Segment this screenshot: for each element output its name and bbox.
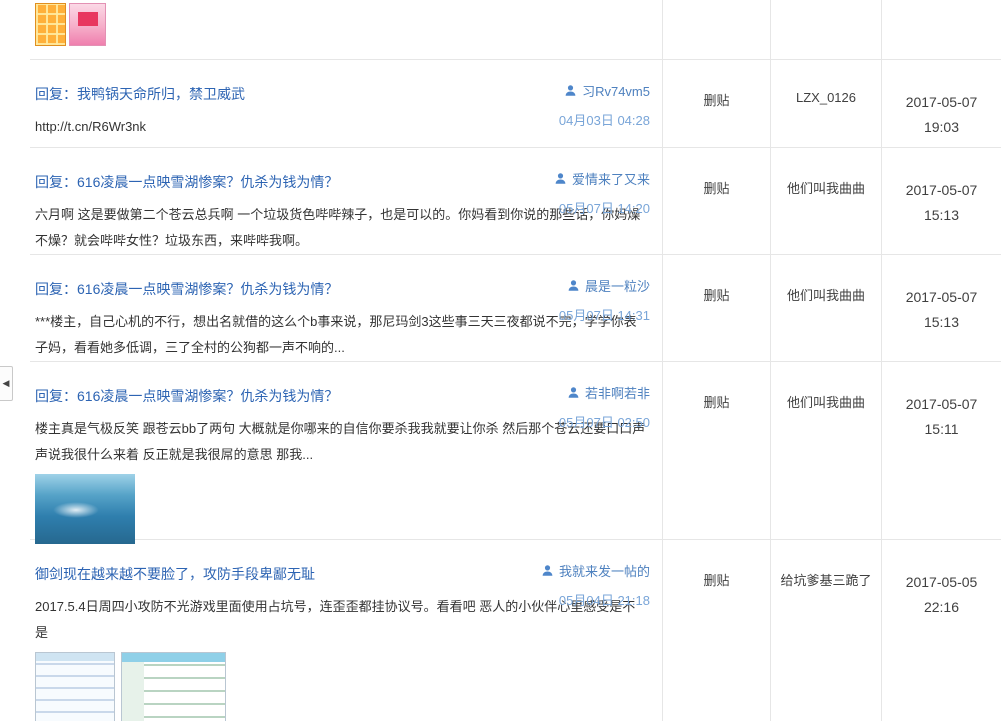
- deleted-date: 2017-05-05: [905, 574, 978, 590]
- operator-name: 给坑爹基三跪了: [780, 573, 872, 588]
- post-time: 04月03日 04:28: [558, 113, 650, 128]
- delete-cell: 删贴: [662, 148, 770, 254]
- deleted-date: 2017-05-07: [905, 94, 978, 110]
- post-title-link[interactable]: 回复：我鸭锅天命所归，禁卫威武: [35, 84, 245, 104]
- date-cell: 2017-05-07 15:11: [881, 362, 1001, 539]
- post-time: 05月07日 02:50: [558, 415, 650, 430]
- delete-cell: 删贴: [662, 362, 770, 539]
- delete-post-button[interactable]: 删贴: [703, 93, 729, 108]
- author-name-link[interactable]: 习Rv74vm5: [582, 81, 650, 100]
- author-name-link[interactable]: 若非啊若非: [585, 383, 650, 402]
- post-time: 05月07日 14:20: [558, 201, 650, 216]
- post-cell: 回复：616凌晨一点映雪湖惨案？仇杀为钱为情？ 晨是一粒沙 05月07日 14:…: [30, 255, 662, 361]
- forum-moderation-page: ◀ 回复：我鸭锅天命所归，禁卫威武 习Rv74vm5 04月03日 04:28 …: [0, 0, 1001, 721]
- post-row-partial: [30, 0, 1001, 60]
- post-title-link[interactable]: 回复：616凌晨一点映雪湖惨案？仇杀为钱为情？: [35, 279, 338, 299]
- person-icon: [541, 564, 554, 577]
- post-cell: 回复：616凌晨一点映雪湖惨案？仇杀为钱为情？ 若非啊若非 05月07日 02:…: [30, 362, 662, 544]
- collapse-panel-button[interactable]: ◀: [0, 366, 13, 401]
- author-block: 爱情来了又来 05月07日 14:20: [554, 169, 650, 217]
- post-time: 05月07日 14:31: [558, 308, 650, 323]
- date-cell: 2017-05-07 15:13: [881, 255, 1001, 361]
- post-time: 05月04日 21:18: [558, 593, 650, 608]
- chat-screenshot-thumbnail-1[interactable]: [35, 652, 115, 721]
- post-cell: 回复：我鸭锅天命所归，禁卫威武 习Rv74vm5 04月03日 04:28 ht…: [30, 60, 662, 147]
- operator-cell: 他们叫我曲曲: [770, 148, 881, 254]
- deleted-time: 15:13: [923, 207, 960, 223]
- post-row: 回复：616凌晨一点映雪湖惨案？仇杀为钱为情？ 爱情来了又来 05月07日 14…: [30, 148, 1001, 255]
- delete-post-button[interactable]: 删贴: [703, 395, 729, 410]
- delete-post-button[interactable]: 删贴: [703, 573, 729, 588]
- delete-cell: 删贴: [662, 255, 770, 361]
- person-icon: [554, 172, 567, 185]
- post-title-link[interactable]: 回复：616凌晨一点映雪湖惨案？仇杀为钱为情？: [35, 386, 338, 406]
- deleted-time: 22:16: [923, 599, 960, 615]
- author-name-link[interactable]: 爱情来了又来: [572, 169, 650, 188]
- operator-cell: 给坑爹基三跪了: [770, 540, 881, 721]
- deleted-date: 2017-05-07: [905, 396, 978, 412]
- author-block: 晨是一粒沙 05月07日 14:31: [559, 276, 650, 324]
- post-title-link[interactable]: 回复：616凌晨一点映雪湖惨案？仇杀为钱为情？: [35, 172, 338, 192]
- post-cell: [30, 0, 662, 59]
- date-cell: 2017-05-05 22:16: [881, 540, 1001, 721]
- date-cell: 2017-05-07 15:13: [881, 148, 1001, 254]
- person-icon: [567, 279, 580, 292]
- operator-cell: 他们叫我曲曲: [770, 255, 881, 361]
- deleted-time: 15:11: [924, 421, 959, 437]
- emoji-grid-sticker-image[interactable]: [35, 3, 66, 46]
- operator-name: 他们叫我曲曲: [786, 395, 865, 410]
- author-block: 若非啊若非 05月07日 02:50: [559, 383, 650, 431]
- operator-name: LZX_0126: [796, 90, 856, 105]
- deleted-date: 2017-05-07: [905, 289, 978, 305]
- author-name-link[interactable]: 我就来发一帖的: [559, 561, 650, 580]
- deleted-time: 19:03: [923, 119, 960, 135]
- operator-name: 他们叫我曲曲: [786, 288, 865, 303]
- delete-post-button[interactable]: 删贴: [703, 288, 729, 303]
- deleted-time: 15:13: [923, 314, 960, 330]
- deleted-posts-table: 回复：我鸭锅天命所归，禁卫威武 习Rv74vm5 04月03日 04:28 ht…: [30, 0, 1001, 721]
- pink-flower-sticker-image[interactable]: [69, 3, 106, 46]
- person-icon: [567, 386, 580, 399]
- operator-cell: LZX_0126: [770, 60, 881, 147]
- post-cell: 御剑现在越来越不要脸了，攻防手段卑鄙无耻 我就来发一帖的 05月04日 21:1…: [30, 540, 662, 721]
- post-row: 回复：616凌晨一点映雪湖惨案？仇杀为钱为情？ 晨是一粒沙 05月07日 14:…: [30, 255, 1001, 362]
- delete-cell: 删贴: [662, 60, 770, 147]
- deleted-date: 2017-05-07: [905, 182, 978, 198]
- author-block: 我就来发一帖的 05月04日 21:18: [541, 561, 650, 609]
- delete-post-button[interactable]: 删贴: [703, 181, 729, 196]
- delete-cell: [662, 0, 770, 59]
- date-cell: 2017-05-07 19:03: [881, 60, 1001, 147]
- post-title-link[interactable]: 御剑现在越来越不要脸了，攻防手段卑鄙无耻: [35, 564, 315, 584]
- post-row: 御剑现在越来越不要脸了，攻防手段卑鄙无耻 我就来发一帖的 05月04日 21:1…: [30, 540, 1001, 721]
- post-row: 回复：我鸭锅天命所归，禁卫威武 习Rv74vm5 04月03日 04:28 ht…: [30, 60, 1001, 148]
- operator-cell: [770, 0, 881, 59]
- author-name-link[interactable]: 晨是一粒沙: [585, 276, 650, 295]
- date-cell: [881, 0, 1001, 59]
- chat-screenshot-thumbnail-2[interactable]: [121, 652, 226, 721]
- chevron-left-icon: ◀: [2, 378, 10, 388]
- author-block: 习Rv74vm5 04月03日 04:28: [559, 81, 650, 129]
- post-row: 回复：616凌晨一点映雪湖惨案？仇杀为钱为情？ 若非啊若非 05月07日 02:…: [30, 362, 1001, 544]
- operator-name: 他们叫我曲曲: [786, 181, 865, 196]
- person-icon: [564, 84, 577, 97]
- operator-cell: 他们叫我曲曲: [770, 362, 881, 539]
- delete-cell: 删贴: [662, 540, 770, 721]
- post-cell: 回复：616凌晨一点映雪湖惨案？仇杀为钱为情？ 爱情来了又来 05月07日 14…: [30, 148, 662, 254]
- game-screenshot-thumbnail[interactable]: [35, 474, 135, 544]
